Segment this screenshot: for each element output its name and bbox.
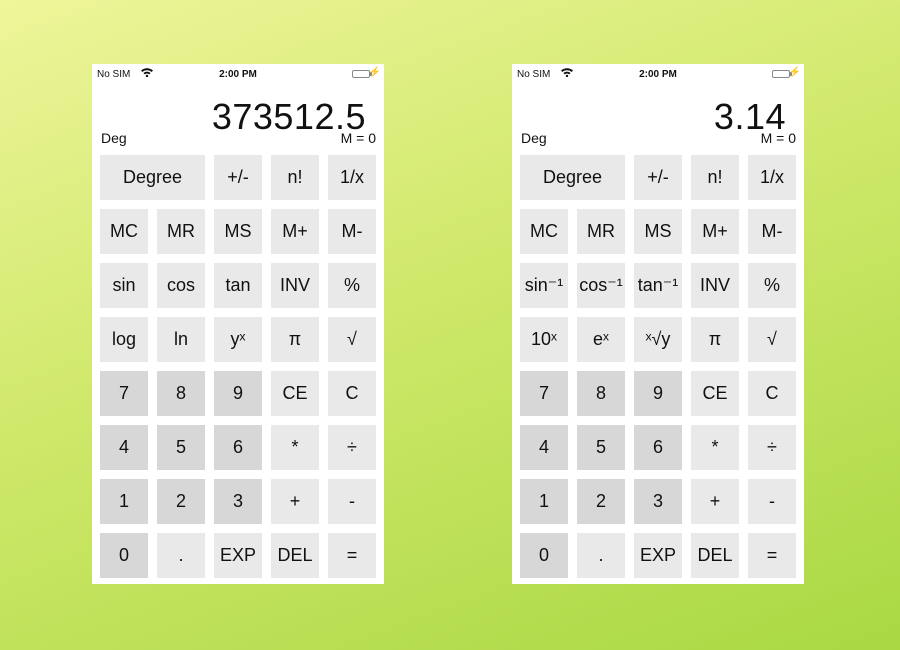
factorial-button[interactable]: n! (691, 155, 739, 200)
memory-recall-button[interactable]: MR (157, 209, 205, 254)
ten-power-button[interactable]: 10ˣ (520, 317, 568, 362)
divide-button[interactable]: ÷ (328, 425, 376, 470)
multiply-button[interactable]: * (691, 425, 739, 470)
degree-toggle-button[interactable]: Degree (100, 155, 205, 200)
charging-icon: ⚡ (368, 67, 381, 78)
digit-7-button[interactable]: 7 (520, 371, 568, 416)
memory-indicator: M = 0 (760, 130, 796, 146)
multiply-button[interactable]: * (271, 425, 319, 470)
status-time: 2:00 PM (639, 69, 677, 80)
battery-icon (772, 70, 790, 78)
memory-indicator: M = 0 (340, 130, 376, 146)
decimal-button[interactable]: . (577, 533, 625, 578)
digit-6-button[interactable]: 6 (634, 425, 682, 470)
exp-e-button[interactable]: eˣ (577, 317, 625, 362)
reciprocal-button[interactable]: 1/x (748, 155, 796, 200)
digit-2-button[interactable]: 2 (157, 479, 205, 524)
digit-5-button[interactable]: 5 (577, 425, 625, 470)
clear-entry-button[interactable]: CE (271, 371, 319, 416)
memory-recall-button[interactable]: MR (577, 209, 625, 254)
memory-subtract-button[interactable]: M- (748, 209, 796, 254)
sign-toggle-button[interactable]: +/- (634, 155, 682, 200)
sqrt-button[interactable]: √ (748, 317, 796, 362)
add-button[interactable]: + (691, 479, 739, 524)
digit-4-button[interactable]: 4 (100, 425, 148, 470)
inverse-button[interactable]: INV (271, 263, 319, 308)
percent-button[interactable]: % (748, 263, 796, 308)
digit-6-button[interactable]: 6 (214, 425, 262, 470)
digit-1-button[interactable]: 1 (520, 479, 568, 524)
xth-root-button[interactable]: ˣ√y (634, 317, 682, 362)
pi-button[interactable]: π (271, 317, 319, 362)
calculator-screen-right: No SIM 2:00 PM ⚡ 3.14 Deg M = 0 Degree +/… (512, 64, 804, 584)
status-time: 2:00 PM (219, 69, 257, 80)
tan-button[interactable]: tan (214, 263, 262, 308)
digit-8-button[interactable]: 8 (577, 371, 625, 416)
arctan-button[interactable]: tan⁻¹ (634, 263, 682, 308)
status-bar: No SIM 2:00 PM ⚡ (512, 64, 804, 84)
memory-add-button[interactable]: M+ (271, 209, 319, 254)
digit-9-button[interactable]: 9 (634, 371, 682, 416)
digit-8-button[interactable]: 8 (157, 371, 205, 416)
digit-9-button[interactable]: 9 (214, 371, 262, 416)
power-button[interactable]: yˣ (214, 317, 262, 362)
calculator-display: 373512.5 Deg M = 0 (92, 90, 384, 148)
sqrt-button[interactable]: √ (328, 317, 376, 362)
angle-mode-label: Deg (101, 130, 127, 146)
delete-button[interactable]: DEL (691, 533, 739, 578)
digit-4-button[interactable]: 4 (520, 425, 568, 470)
sin-button[interactable]: sin (100, 263, 148, 308)
ln-button[interactable]: ln (157, 317, 205, 362)
cos-button[interactable]: cos (157, 263, 205, 308)
memory-clear-button[interactable]: MC (100, 209, 148, 254)
arccos-button[interactable]: cos⁻¹ (577, 263, 625, 308)
calculator-display: 3.14 Deg M = 0 (512, 90, 804, 148)
memory-clear-button[interactable]: MC (520, 209, 568, 254)
delete-button[interactable]: DEL (271, 533, 319, 578)
equals-button[interactable]: = (328, 533, 376, 578)
clear-button[interactable]: C (748, 371, 796, 416)
digit-5-button[interactable]: 5 (157, 425, 205, 470)
keypad: Degree +/- n! 1/x MC MR MS M+ M-sin⁻¹ cos⁻¹ tan⁻¹ I… (520, 155, 796, 578)
digit-0-button[interactable]: 0 (520, 533, 568, 578)
memory-add-button[interactable]: M+ (691, 209, 739, 254)
pi-button[interactable]: π (691, 317, 739, 362)
digit-2-button[interactable]: 2 (577, 479, 625, 524)
inverse-button[interactable]: INV (691, 263, 739, 308)
digit-1-button[interactable]: 1 (100, 479, 148, 524)
clear-entry-button[interactable]: CE (691, 371, 739, 416)
sign-toggle-button[interactable]: +/- (214, 155, 262, 200)
clear-button[interactable]: C (328, 371, 376, 416)
status-bar: No SIM 2:00 PM ⚡ (92, 64, 384, 84)
memory-subtract-button[interactable]: M- (328, 209, 376, 254)
subtract-button[interactable]: - (748, 479, 796, 524)
digit-3-button[interactable]: 3 (634, 479, 682, 524)
add-button[interactable]: + (271, 479, 319, 524)
arcsin-button[interactable]: sin⁻¹ (520, 263, 568, 308)
exponent-button[interactable]: EXP (214, 533, 262, 578)
memory-store-button[interactable]: MS (214, 209, 262, 254)
reciprocal-button[interactable]: 1/x (328, 155, 376, 200)
decimal-button[interactable]: . (157, 533, 205, 578)
charging-icon: ⚡ (788, 67, 801, 78)
battery-icon (352, 70, 370, 78)
digit-3-button[interactable]: 3 (214, 479, 262, 524)
subtract-button[interactable]: - (328, 479, 376, 524)
factorial-button[interactable]: n! (271, 155, 319, 200)
equals-button[interactable]: = (748, 533, 796, 578)
calculator-screen-left: No SIM 2:00 PM ⚡ 373512.5 Deg M = 0 Degr… (92, 64, 384, 584)
digit-7-button[interactable]: 7 (100, 371, 148, 416)
degree-toggle-button[interactable]: Degree (520, 155, 625, 200)
memory-store-button[interactable]: MS (634, 209, 682, 254)
divide-button[interactable]: ÷ (748, 425, 796, 470)
digit-0-button[interactable]: 0 (100, 533, 148, 578)
percent-button[interactable]: % (328, 263, 376, 308)
log-button[interactable]: log (100, 317, 148, 362)
exponent-button[interactable]: EXP (634, 533, 682, 578)
angle-mode-label: Deg (521, 130, 547, 146)
keypad: Degree +/- n! 1/x MC MR MS M+ M-sin cos tan INV% log… (100, 155, 376, 578)
